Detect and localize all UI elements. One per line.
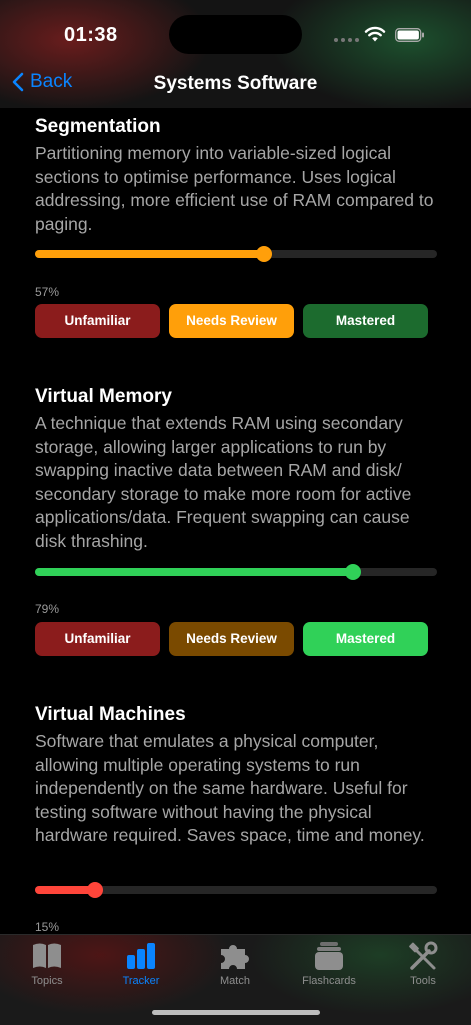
- progress-bar: [35, 246, 437, 262]
- home-indicator: [152, 1010, 320, 1015]
- needs-review-button[interactable]: Needs Review: [169, 304, 294, 338]
- progress-knob[interactable]: [87, 882, 104, 898]
- tab-tools[interactable]: Tools: [376, 941, 470, 987]
- topic-description: Partitioning memory into variable-sized …: [35, 143, 434, 234]
- progress-fill: [35, 568, 353, 576]
- progress-percent: 57%: [35, 285, 60, 299]
- status-time: 01:38: [64, 24, 118, 46]
- topic-title: Virtual Memory: [35, 386, 172, 407]
- tab-label: Match: [220, 975, 250, 987]
- topic-title: Virtual Machines: [35, 704, 186, 725]
- topic-description: A technique that extends RAM using secon…: [35, 413, 412, 551]
- tab-match[interactable]: Match: [188, 941, 282, 987]
- wrench-screwdriver-icon: [409, 941, 438, 970]
- tab-label: Tracker: [122, 975, 160, 987]
- topic-card: Segmentation Partitioning memory into va…: [35, 116, 437, 338]
- progress-percent: 15%: [35, 920, 60, 934]
- topic-list[interactable]: Segmentation Partitioning memory into va…: [0, 108, 471, 934]
- progress-knob[interactable]: [256, 246, 273, 262]
- wifi-icon: [364, 26, 386, 42]
- topic-description: Software that emulates a physical comput…: [35, 731, 425, 845]
- tab-topics[interactable]: Topics: [0, 941, 94, 987]
- topic-card: Virtual Machines Software that emulates …: [35, 704, 437, 934]
- bar-chart-icon: [127, 943, 155, 969]
- rating-buttons: Unfamiliar Needs Review Mastered: [35, 622, 437, 656]
- progress-bar: [35, 882, 437, 898]
- header: 01:38 Back Systems Software: [0, 0, 471, 108]
- tab-label: Topics: [31, 975, 63, 987]
- page-title: Systems Software: [153, 73, 318, 94]
- mastered-button[interactable]: Mastered: [303, 622, 428, 656]
- book-icon: [33, 943, 61, 968]
- cellular-signal-icon: [334, 38, 359, 42]
- card-stack-icon: [315, 942, 343, 970]
- progress-percent: 79%: [35, 602, 60, 616]
- tab-label: Flashcards: [302, 975, 356, 987]
- puzzle-icon: [221, 945, 249, 969]
- mastered-button[interactable]: Mastered: [303, 304, 428, 338]
- progress-bar: [35, 564, 437, 580]
- battery-icon: [395, 28, 424, 42]
- tab-flashcards[interactable]: Flashcards: [282, 941, 376, 987]
- progress-fill: [35, 886, 96, 894]
- topic-card: Virtual Memory A technique that extends …: [35, 386, 437, 656]
- needs-review-button[interactable]: Needs Review: [169, 622, 294, 656]
- dynamic-island: [169, 15, 302, 54]
- topic-title: Segmentation: [35, 116, 161, 137]
- unfamiliar-button[interactable]: Unfamiliar: [35, 304, 160, 338]
- progress-fill: [35, 250, 265, 258]
- tab-tracker[interactable]: Tracker: [94, 941, 188, 987]
- unfamiliar-button[interactable]: Unfamiliar: [35, 622, 160, 656]
- progress-knob[interactable]: [344, 564, 361, 580]
- tab-label: Tools: [410, 975, 436, 987]
- rating-buttons: Unfamiliar Needs Review Mastered: [35, 304, 437, 338]
